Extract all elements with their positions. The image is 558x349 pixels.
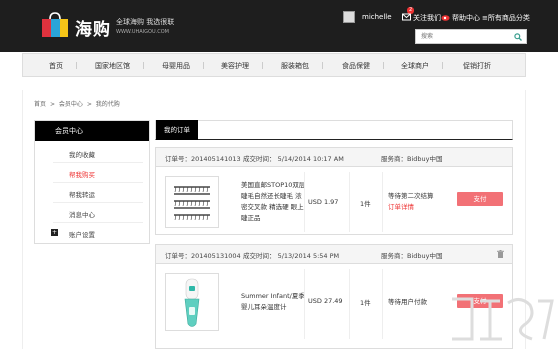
follow-link[interactable]: 关注我们 <box>402 13 441 23</box>
member-sidebar: 会员中心 我的收藏 帮我购买 帮我转运 消息中心 + 账户设置 <box>34 120 150 244</box>
order-time: 成交时间： 5/14/2014 10:17 AM <box>243 155 344 163</box>
product-quantity: 1件 <box>360 299 371 307</box>
nav-item-apparel[interactable]: 服装箱包 <box>281 61 323 71</box>
expand-icon[interactable]: + <box>51 229 58 236</box>
product-quantity: 1件 <box>360 200 371 208</box>
product-image[interactable] <box>165 176 219 228</box>
mail-icon <box>402 13 411 21</box>
follow-label: 关注我们 <box>413 14 441 22</box>
top-header: 海购 全球海购 我选很联 WWW.UHAIGOU.COM michelle 2 … <box>0 0 558 52</box>
sidebar-header: 会员中心 <box>35 121 149 141</box>
sidebar-item-buy-for-me[interactable]: 帮我购买 <box>69 169 95 179</box>
product-image[interactable] <box>165 273 219 331</box>
search-input[interactable] <box>416 30 506 43</box>
product-price: USD 1.97 <box>308 198 339 206</box>
slogan-main: 全球海购 我选很联 <box>116 18 175 26</box>
status-text: 等待用户付款 <box>388 298 427 306</box>
nav-item-sales[interactable]: 促销打折 <box>463 61 491 71</box>
sidebar-item-account-settings[interactable]: 账户设置 <box>69 229 95 239</box>
tab-bar: 我的订单 <box>155 120 513 140</box>
user-name[interactable]: michelle <box>362 13 392 21</box>
nav-item-beauty[interactable]: 美容护理 <box>221 61 263 71</box>
avatar[interactable] <box>343 11 355 23</box>
order-header: 订单号：201405131004 成交时间： 5/13/2014 5:54 PM… <box>156 245 512 264</box>
breadcrumb-separator: > <box>86 101 92 108</box>
search-box[interactable] <box>415 29 527 44</box>
search-icon[interactable] <box>514 33 522 41</box>
tab-my-orders[interactable]: 我的订单 <box>156 120 198 140</box>
watermark-icon <box>452 297 554 341</box>
logo-text[interactable]: 海购 <box>75 15 111 40</box>
order-status: 等待第二次结算 订单详情 <box>388 191 434 213</box>
status-text: 等待第二次结算 <box>388 192 434 200</box>
product-name[interactable]: Summer Infant/夏季婴儿耳朵温度计 <box>241 291 307 313</box>
breadcrumb-home[interactable]: 首页 <box>34 101 46 108</box>
slogan-url: WWW.UHAIGOU.COM <box>116 29 169 35</box>
weibo-icon <box>441 15 450 21</box>
all-categories-label: ≡所有商品分类 <box>482 14 530 22</box>
order-time: 成交时间： 5/13/2014 5:54 PM <box>243 252 340 260</box>
sidebar-item-forwarding[interactable]: 帮我转运 <box>69 189 95 199</box>
divider <box>53 222 143 223</box>
eyelash-image <box>174 186 210 221</box>
bag-logo-icon[interactable] <box>41 12 69 38</box>
thermometer-image <box>184 278 200 327</box>
help-label: 帮助中心 <box>452 14 480 22</box>
order-status: 等待用户付款 <box>388 297 427 308</box>
divider <box>53 202 143 203</box>
order-card: 订单号：201405141013 成交时间： 5/14/2014 10:17 A… <box>155 147 513 235</box>
breadcrumb-current: 我的代购 <box>95 101 120 108</box>
divider <box>304 269 305 339</box>
pay-button[interactable]: 支付 <box>457 192 503 206</box>
trash-icon[interactable] <box>497 250 504 258</box>
divider <box>304 172 305 232</box>
divider <box>53 182 143 183</box>
nav-item-food[interactable]: 食品保健 <box>342 61 384 71</box>
order-number: 订单号：201405131004 <box>165 252 241 260</box>
breadcrumb: 首页 > 会员中心 > 我的代购 <box>34 99 122 108</box>
help-link[interactable]: 帮助中心 <box>441 13 480 23</box>
breadcrumb-separator: > <box>49 101 55 108</box>
divider <box>53 162 143 163</box>
order-detail-link[interactable]: 订单详情 <box>388 202 434 213</box>
order-service: 服务商：Bidbuy中国 <box>381 155 443 163</box>
nav-item-home[interactable]: 首页 <box>49 61 77 71</box>
divider <box>349 269 350 339</box>
divider <box>382 269 383 339</box>
divider <box>349 172 350 232</box>
product-price: USD 27.49 <box>308 297 343 305</box>
sidebar-item-messages[interactable]: 消息中心 <box>69 209 95 219</box>
order-header: 订单号：201405141013 成交时间： 5/14/2014 10:17 A… <box>156 148 512 167</box>
order-number: 订单号：201405141013 <box>165 155 241 163</box>
product-name[interactable]: 美国直邮STOP10双层睫毛自然还长睫毛 浓密交叉款 精选硬 眼上睫正品 <box>241 180 307 224</box>
nav-item-merchants[interactable]: 全球商户 <box>401 61 443 71</box>
breadcrumb-member[interactable]: 会员中心 <box>59 101 83 108</box>
slogan: 全球海购 我选很联 WWW.UHAIGOU.COM <box>116 17 174 37</box>
divider <box>382 172 383 232</box>
all-categories-link[interactable]: ≡所有商品分类 <box>482 13 530 23</box>
sidebar-item-favorites[interactable]: 我的收藏 <box>69 149 95 159</box>
nav-item-baby[interactable]: 母婴用品 <box>162 61 204 71</box>
order-service: 服务商：Bidbuy中国 <box>381 252 443 260</box>
category-nav: 首页 国家地区馆 母婴用品 美容护理 服装箱包 食品保健 全球商户 促销打折 <box>22 53 526 77</box>
nav-item-countries[interactable]: 国家地区馆 <box>95 61 144 71</box>
